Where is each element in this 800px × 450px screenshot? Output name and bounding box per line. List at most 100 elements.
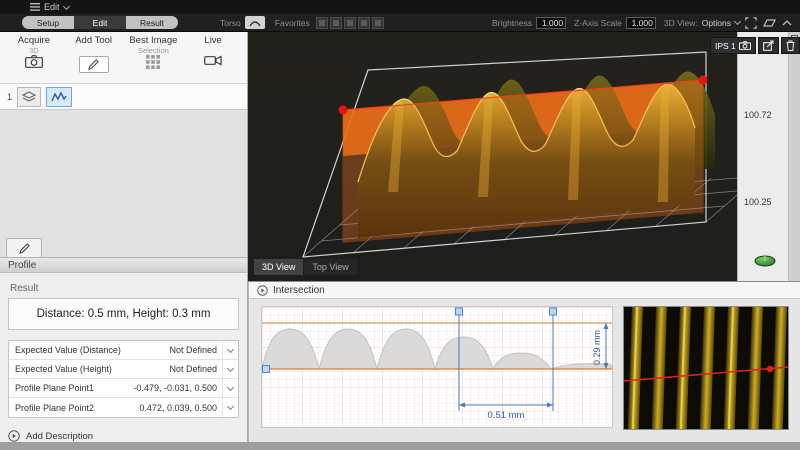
profile-chart-plot: 0.51 mm 0.29 mm — [262, 307, 612, 427]
row-value: -0.479, -0.031, 0.500 — [133, 383, 222, 393]
profile-plane-handle-right[interactable] — [699, 76, 708, 85]
profile-line-endpoint — [767, 366, 773, 372]
viewport-action-buttons: IPS 1 — [710, 37, 800, 54]
top-view-button[interactable]: Top View — [304, 259, 356, 275]
dataset-thumbnail-button[interactable] — [17, 87, 41, 107]
collapse-circle-icon[interactable] — [257, 285, 268, 296]
acquire-label: Acquire — [18, 35, 50, 46]
chevron-up-icon — [782, 20, 792, 26]
intersection-panel: Intersection — [248, 281, 800, 442]
3d-scene — [248, 32, 737, 281]
play-circle-icon — [8, 430, 20, 442]
expand-row-button[interactable] — [222, 379, 238, 397]
z-axis-label-upper: 100.72 — [744, 110, 772, 120]
intersection-title: Intersection — [273, 285, 325, 296]
row-label: Profile Plane Point2 — [15, 403, 94, 413]
best-image-selection-tool[interactable]: Best Image Selection — [124, 35, 184, 81]
add-description-button[interactable]: Add Description — [8, 430, 239, 442]
row-value: 0.472, 0.039, 0.500 — [139, 403, 222, 413]
favorite-slot-button[interactable] — [330, 17, 342, 29]
orientation-gizmo[interactable] — [752, 252, 778, 268]
ips-capture-button[interactable]: IPS 1 — [710, 37, 756, 54]
add-tool-button[interactable] — [79, 56, 109, 73]
profile-properties-table: Expected Value (Distance) Not Defined Ex… — [8, 340, 239, 418]
best-image-sub-label: Selection — [138, 46, 169, 55]
favorite-slot-button[interactable] — [358, 17, 370, 29]
hamburger-menu-icon[interactable] — [30, 3, 40, 11]
expand-row-button[interactable] — [222, 341, 238, 359]
surface-icon — [763, 17, 776, 28]
grid-icon[interactable] — [146, 55, 160, 69]
table-row[interactable]: Profile Plane Point1 -0.479, -0.031, 0.5… — [9, 379, 238, 398]
result-value: Distance: 0.5 mm, Height: 0.3 mm — [8, 298, 239, 330]
ips-label: IPS 1 — [715, 41, 736, 51]
3d-view-options-dropdown[interactable]: Options — [702, 18, 731, 28]
tab-result[interactable]: Result — [126, 16, 178, 29]
pencil-icon — [88, 59, 99, 70]
crop-view-button[interactable] — [744, 16, 758, 30]
titlebar: Edit — [0, 0, 800, 14]
table-row[interactable]: Expected Value (Distance) Not Defined — [9, 341, 238, 360]
profile-plane-handle-left[interactable] — [339, 106, 348, 115]
favorite-slot-button[interactable] — [372, 17, 384, 29]
export-snapshot-button[interactable] — [758, 37, 779, 54]
intersection-header[interactable]: Intersection — [249, 282, 800, 299]
brightness-label: Brightness — [492, 18, 532, 28]
surface-view-button[interactable] — [762, 16, 776, 30]
cursor-handle[interactable] — [550, 308, 557, 315]
favorite-slot-button[interactable] — [316, 17, 328, 29]
profile-wave-icon — [51, 91, 67, 103]
baseline-handle[interactable] — [263, 366, 270, 373]
crop-icon — [745, 17, 757, 29]
camera-icon[interactable] — [25, 55, 43, 68]
profile-section-header: Profile — [0, 257, 247, 273]
camera-image-plot — [624, 307, 788, 429]
menu-label[interactable]: Edit — [44, 2, 60, 12]
live-label: Live — [204, 35, 221, 46]
live-tool[interactable]: Live — [183, 35, 243, 81]
camera-icon — [739, 41, 751, 50]
chevron-down-icon — [734, 18, 741, 25]
table-row[interactable]: Expected Value (Height) Not Defined — [9, 360, 238, 379]
add-tool[interactable]: Add Tool — [64, 35, 124, 81]
expand-row-button[interactable] — [222, 360, 238, 378]
z-scale-label: Z-Axis Scale — [574, 18, 622, 28]
tool-canvas-empty-area — [0, 110, 247, 257]
3d-viewport[interactable]: 3D View Top View — [248, 32, 737, 281]
height-measurement-label: 0.29 mm — [592, 330, 602, 365]
3d-view-label: 3D View: — [664, 18, 698, 28]
expand-row-button[interactable] — [222, 398, 238, 417]
video-camera-icon[interactable] — [204, 55, 222, 66]
z-scale-input[interactable]: 1.000 — [626, 17, 656, 29]
best-image-label: Best Image — [129, 35, 177, 46]
acquire-3d-tool[interactable]: Acquire 3D — [4, 35, 64, 81]
tool-index: 1 — [7, 92, 12, 102]
row-label: Expected Value (Distance) — [15, 345, 121, 355]
trash-icon — [786, 40, 795, 51]
profile-tool-button-active[interactable] — [46, 87, 72, 107]
row-label: Expected Value (Height) — [15, 364, 112, 374]
tab-edit[interactable]: Edit — [74, 16, 126, 29]
favorites-label: Favorites — [275, 18, 310, 28]
torso-toggle-button[interactable] — [245, 16, 265, 29]
collapsed-side-panel[interactable] — [788, 32, 800, 281]
chevron-down-icon — [227, 383, 234, 390]
collapse-toolbar-button[interactable] — [780, 16, 794, 30]
brightness-input[interactable]: 1.000 — [536, 17, 566, 29]
favorite-slot-button[interactable] — [344, 17, 356, 29]
tab-setup[interactable]: Setup — [22, 16, 74, 29]
row-value: Not Defined — [169, 345, 222, 355]
pencil-icon — [19, 243, 30, 254]
table-row[interactable]: Profile Plane Point2 0.472, 0.039, 0.500 — [9, 398, 238, 417]
3d-view-button[interactable]: 3D View — [254, 259, 303, 275]
add-description-label: Add Description — [26, 431, 93, 442]
tool-list-row: 1 — [0, 84, 247, 110]
acquire-sub-label: 3D — [29, 46, 39, 55]
row-label: Profile Plane Point1 — [15, 383, 94, 393]
z-axis-label-lower: 100.25 — [744, 197, 772, 207]
cursor-handle[interactable] — [456, 308, 463, 315]
delete-button[interactable] — [781, 37, 800, 54]
edit-profile-tab[interactable] — [6, 238, 42, 257]
surface-camera-image[interactable] — [623, 306, 789, 430]
profile-chart[interactable]: 0.51 mm 0.29 mm — [261, 306, 613, 428]
